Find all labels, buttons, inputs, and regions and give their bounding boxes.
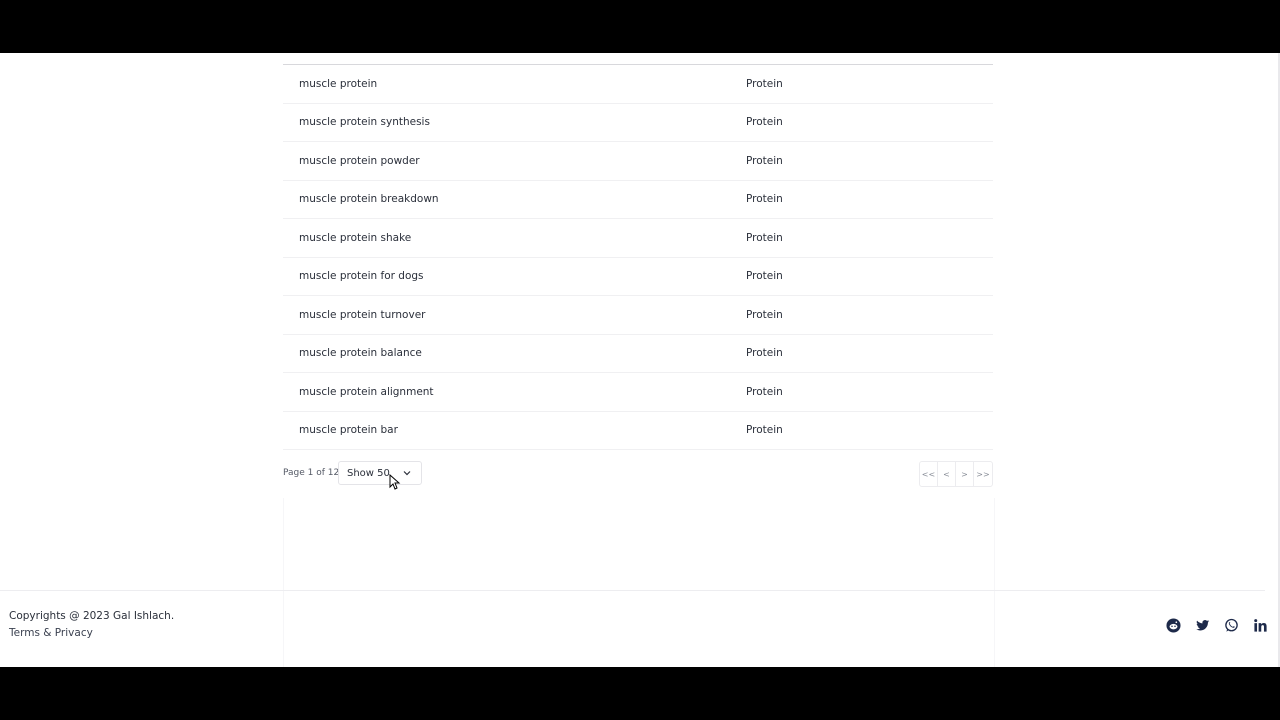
- table-row: muscle protein for dogs Protein: [283, 258, 993, 296]
- category-cell: Protein: [746, 154, 783, 167]
- keyword-cell: muscle protein synthesis: [299, 116, 430, 129]
- terms-privacy-link[interactable]: Terms & Privacy: [9, 627, 93, 639]
- table-row: muscle protein alignment Protein: [283, 373, 993, 412]
- category-cell: Protein: [746, 77, 783, 90]
- table-row: muscle protein breakdown Protein: [283, 181, 993, 219]
- category-cell: Protein: [746, 193, 783, 206]
- category-cell: Protein: [746, 270, 783, 283]
- keyword-cell: muscle protein breakdown: [299, 193, 439, 206]
- mouse-cursor-icon: [389, 474, 401, 490]
- last-page-button[interactable]: >>: [974, 462, 992, 486]
- category-cell: Protein: [746, 424, 783, 437]
- twitter-icon[interactable]: [1195, 618, 1210, 633]
- page-viewport: muscle protein Protein muscle protein synt…: [0, 53, 1280, 667]
- keyword-cell: muscle protein alignment: [299, 385, 434, 398]
- category-cell: Protein: [746, 308, 783, 321]
- table-row: muscle protein powder Protein: [283, 142, 993, 181]
- table-row: muscle protein balance Protein: [283, 335, 993, 373]
- chevron-down-icon: [403, 471, 411, 476]
- first-page-button[interactable]: <<: [920, 462, 938, 486]
- table-row: muscle protein turnover Protein: [283, 296, 993, 335]
- next-page-button[interactable]: >: [956, 462, 974, 486]
- whatsapp-icon[interactable]: [1224, 618, 1239, 633]
- keyword-cell: muscle protein: [299, 77, 378, 90]
- social-links: [1166, 618, 1268, 633]
- category-cell: Protein: [746, 385, 783, 398]
- keyword-cell: muscle protein powder: [299, 154, 420, 167]
- pager-buttons: << < > >>: [919, 461, 993, 487]
- footer-divider: [0, 590, 1265, 591]
- table-row: muscle protein synthesis Protein: [283, 104, 993, 142]
- copyright-text: Copyrights @ 2023 Gal Ishlach.: [9, 610, 175, 622]
- table-header-divider: [283, 53, 993, 65]
- page-size-select[interactable]: Show 50: [338, 461, 422, 485]
- reddit-icon[interactable]: [1166, 618, 1181, 633]
- table-row: muscle protein Protein: [283, 65, 993, 104]
- category-cell: Protein: [746, 347, 783, 360]
- pagination-bar: Page 1 of 12 Show 50 << < > >>: [283, 461, 993, 490]
- keywords-table: muscle protein Protein muscle protein synt…: [283, 53, 993, 450]
- page-size-label: Show 50: [347, 467, 390, 479]
- category-cell: Protein: [746, 231, 783, 244]
- table-row: muscle protein shake Protein: [283, 219, 993, 258]
- category-cell: Protein: [746, 116, 783, 129]
- page-info: Page 1 of 12: [283, 468, 340, 478]
- keyword-cell: muscle protein shake: [299, 231, 412, 244]
- table-row: muscle protein bar Protein: [283, 412, 993, 450]
- keyword-cell: muscle protein for dogs: [299, 270, 424, 283]
- previous-page-button[interactable]: <: [938, 462, 956, 486]
- linkedin-icon[interactable]: [1253, 618, 1268, 633]
- content-area-faded: [283, 498, 995, 667]
- keyword-cell: muscle protein bar: [299, 424, 398, 437]
- keyword-cell: muscle protein balance: [299, 347, 422, 360]
- keyword-cell: muscle protein turnover: [299, 308, 426, 321]
